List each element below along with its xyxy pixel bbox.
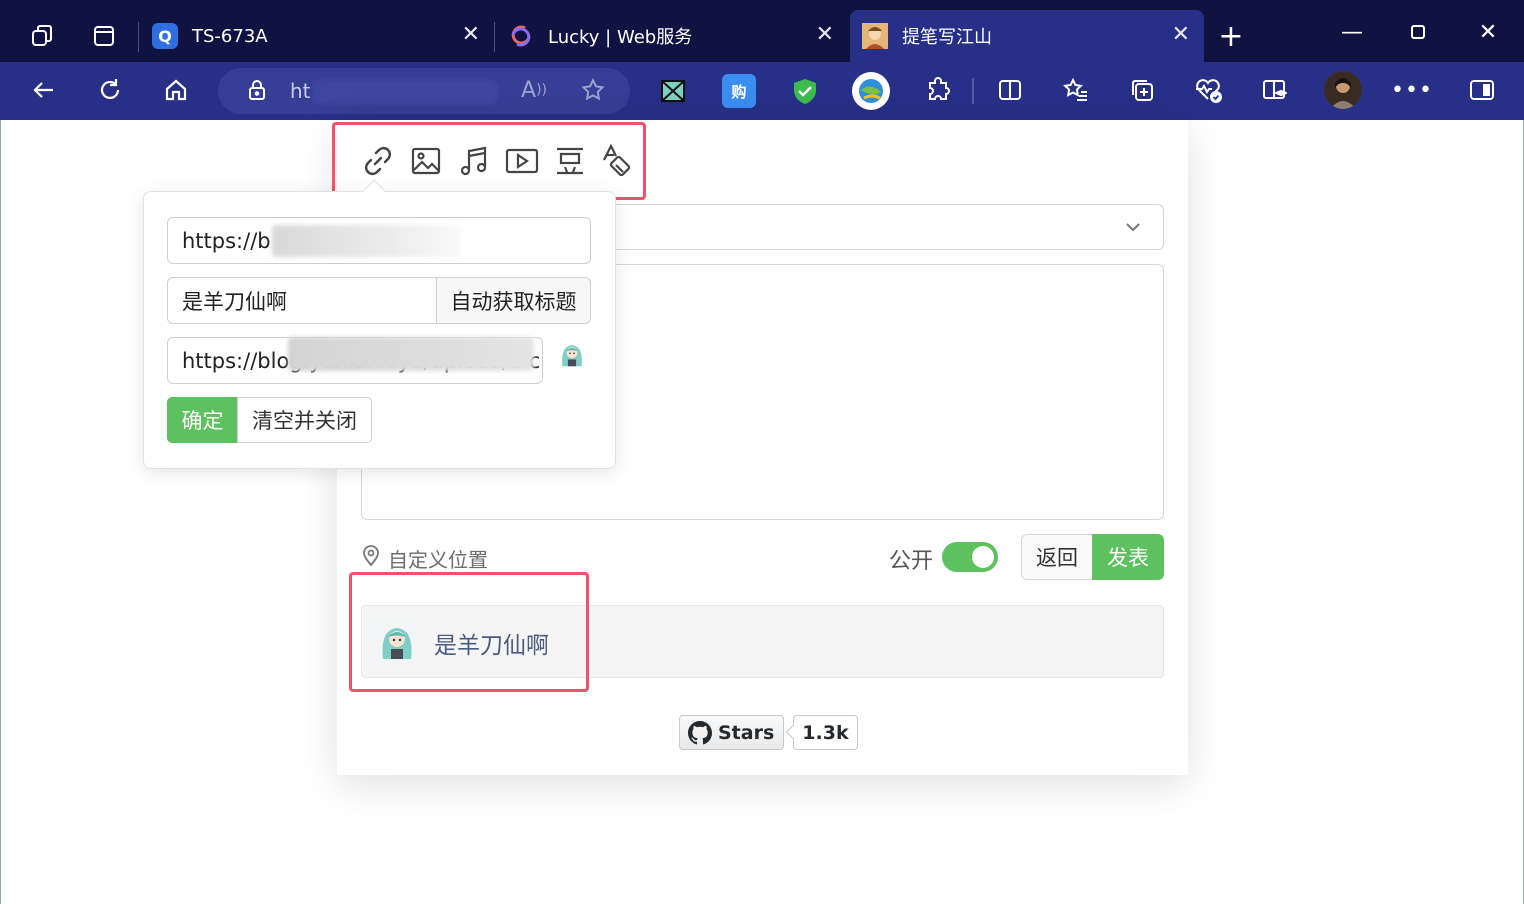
preview-highlight-box: [349, 572, 589, 692]
location-label: 自定义位置: [388, 548, 488, 572]
tab-ts-673a[interactable]: Q TS-673A ✕: [140, 10, 494, 62]
public-toggle[interactable]: [942, 542, 998, 572]
tab-title: TS-673A: [192, 25, 268, 47]
extension-globe-icon[interactable]: [852, 72, 890, 110]
post-button[interactable]: 发表: [1092, 534, 1164, 580]
link-icon-preview: [557, 338, 587, 370]
favorites-icon[interactable]: [1056, 70, 1096, 110]
collections-icon[interactable]: [1122, 70, 1162, 110]
extension-shopping-icon[interactable]: 购: [722, 74, 756, 108]
link-url-value: https://b: [182, 228, 271, 253]
tab-title: Lucky | Web服务: [548, 27, 693, 48]
workspaces-icon[interactable]: [24, 18, 60, 54]
github-icon: [688, 720, 712, 745]
clear-and-close-button[interactable]: 清空并关闭: [237, 397, 372, 443]
url-text[interactable]: ht: [290, 79, 311, 103]
url-blur: [312, 80, 498, 104]
github-stars-badge[interactable]: Stars 1.3k: [679, 715, 858, 750]
auto-title-label: 自动获取标题: [450, 289, 577, 314]
tab-lucky[interactable]: Lucky | Web服务 ✕: [496, 10, 848, 62]
close-icon[interactable]: ✕: [1172, 22, 1190, 47]
tab-title: 提笔写江山: [902, 27, 992, 48]
read-aloud-icon[interactable]: A)): [514, 70, 554, 110]
qnap-favicon-icon: Q: [152, 23, 178, 49]
home-icon[interactable]: [156, 70, 196, 110]
tab-tibixiejiangshan[interactable]: 提笔写江山 ✕: [850, 10, 1204, 62]
link-title-input[interactable]: 是羊刀仙啊: [167, 277, 437, 324]
custom-location[interactable]: 自定义位置: [362, 544, 488, 573]
link-title-value: 是羊刀仙啊: [182, 289, 287, 314]
category-select[interactable]: [600, 204, 1164, 250]
github-stars-label: Stars: [718, 721, 775, 744]
education-icon[interactable]: [1254, 70, 1294, 110]
browser-essentials-icon[interactable]: [1188, 70, 1228, 110]
close-icon[interactable]: ✕: [462, 22, 480, 47]
vertical-tabs-icon[interactable]: [86, 18, 122, 54]
maximize-icon[interactable]: [1394, 12, 1442, 52]
sidebar-toggle-icon[interactable]: [1462, 70, 1502, 110]
refresh-icon[interactable]: [90, 70, 130, 110]
icon-url-redaction-blur: [288, 337, 534, 371]
location-pin-icon: [362, 545, 380, 572]
back-icon[interactable]: [24, 70, 64, 110]
back-button[interactable]: 返回: [1021, 534, 1093, 580]
github-stars-count[interactable]: 1.3k: [793, 715, 858, 750]
github-stars-button[interactable]: Stars: [679, 715, 785, 750]
more-menu-icon[interactable]: •••: [1391, 70, 1432, 110]
extension-capture-icon[interactable]: [656, 74, 690, 108]
auto-title-button[interactable]: 自动获取标题: [436, 277, 591, 324]
browser-titlebar: Q TS-673A ✕ Lucky | Web服务 ✕ 提笔写江山 ✕ + — …: [0, 0, 1524, 62]
site-favicon-icon: [862, 23, 888, 49]
confirm-button[interactable]: 确定: [167, 397, 238, 443]
new-tab-icon[interactable]: +: [1213, 18, 1249, 54]
url-redaction-blur: [272, 225, 462, 257]
adblock-shield-icon[interactable]: [788, 74, 822, 108]
chevron-down-icon[interactable]: [1122, 216, 1144, 242]
favorite-star-icon[interactable]: [573, 70, 613, 110]
split-screen-icon[interactable]: [990, 70, 1030, 110]
public-label: 公开: [889, 549, 934, 574]
extensions-puzzle-icon[interactable]: [918, 70, 958, 110]
profile-avatar[interactable]: [1324, 71, 1362, 109]
window-close-icon[interactable]: ✕: [1464, 12, 1512, 52]
lock-icon[interactable]: [237, 70, 277, 110]
minimize-icon[interactable]: —: [1328, 12, 1376, 52]
lucky-favicon-icon: [508, 23, 534, 49]
close-icon[interactable]: ✕: [816, 22, 834, 47]
